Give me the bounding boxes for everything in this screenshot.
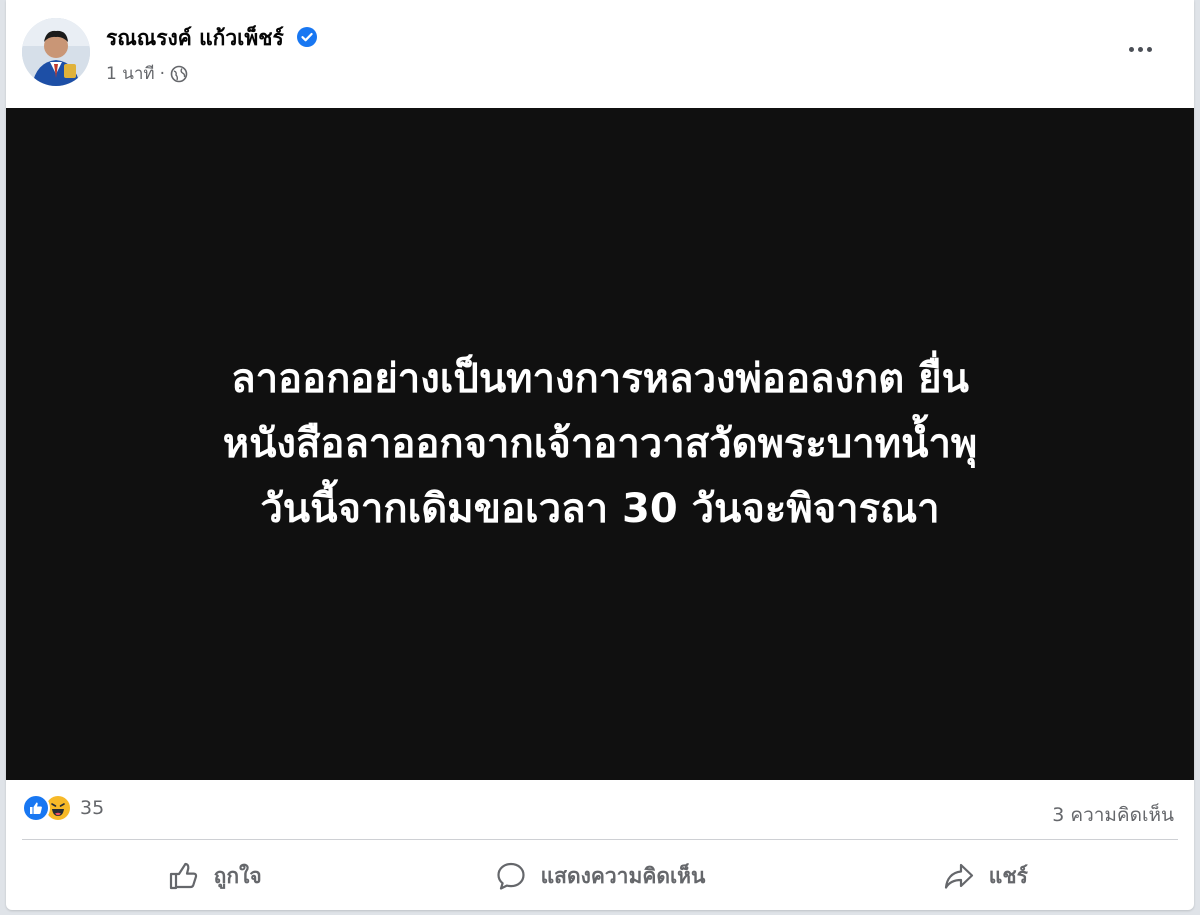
author-avatar[interactable] (22, 18, 90, 86)
reactions-summary[interactable]: 35 (22, 794, 104, 822)
post-image-text: ลาออกอย่างเป็นทางการหลวงพ่ออลงกต ยื่น หน… (70, 347, 1130, 542)
more-options-button[interactable] (1120, 34, 1160, 64)
more-options-icon-dot (1146, 46, 1152, 52)
share-button[interactable]: แชร์ (793, 846, 1178, 906)
post-meta: 1 นาที · (106, 60, 188, 87)
comment-icon (496, 862, 525, 890)
image-text-line: ลาออกอย่างเป็นทางการหลวงพ่ออลงกต ยื่น (231, 355, 969, 402)
like-label: ถูกใจ (213, 863, 262, 888)
more-options-icon-dot (1137, 46, 1143, 52)
like-icon (169, 862, 197, 890)
comment-button[interactable]: แสดงความคิดเห็น (407, 846, 792, 906)
author-name[interactable]: รณณรงค์ แก้วเพ็ชร์ (106, 22, 318, 55)
post-timestamp[interactable]: 1 นาที (106, 60, 155, 87)
avatar-photo (22, 18, 90, 86)
post-card: รณณรงค์ แก้วเพ็ชร์ 1 นาที · ลาออกอย่างเป… (6, 0, 1194, 910)
post-image[interactable]: ลาออกอย่างเป็นทางการหลวงพ่ออลงกต ยื่น หน… (6, 108, 1194, 780)
author-name-text[interactable]: รณณรงค์ แก้วเพ็ชร์ (106, 26, 284, 50)
globe-icon[interactable] (170, 65, 188, 83)
thumbs-up-icon (30, 802, 42, 814)
post-actions-bar: ถูกใจ แสดงความคิดเห็น แชร์ (22, 846, 1178, 906)
reaction-count: 35 (80, 797, 105, 819)
image-text-line: หนังสือลาออกจากเจ้าอาวาสวัดพระบาทน้ำพุ (222, 420, 978, 467)
like-reaction-icon (22, 794, 50, 822)
like-button[interactable]: ถูกใจ (22, 846, 407, 906)
post-header: รณณรงค์ แก้วเพ็ชร์ 1 นาที · (6, 0, 1194, 108)
comment-count-link[interactable]: 3 ความคิดเห็น (1052, 800, 1174, 830)
actions-divider (22, 839, 1178, 840)
verified-badge-icon (297, 27, 318, 47)
share-label: แชร์ (988, 863, 1028, 888)
share-icon (944, 863, 973, 889)
image-text-line: วันนี้จากเดิมขอเวลา 30 วันจะพิจารณา (260, 485, 940, 532)
meta-separator: · (159, 63, 165, 84)
comment-label: แสดงความคิดเห็น (540, 863, 706, 888)
post-stats: 35 3 ความคิดเห็น (6, 784, 1194, 836)
more-options-icon (1128, 46, 1134, 52)
